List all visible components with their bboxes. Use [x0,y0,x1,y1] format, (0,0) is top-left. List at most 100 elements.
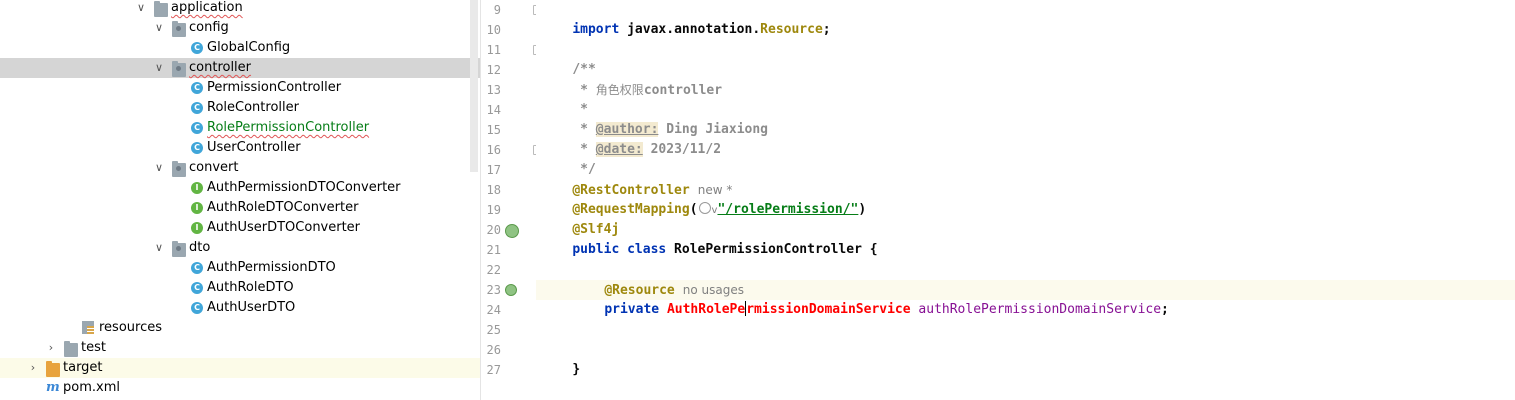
tree-item-resources[interactable]: resources [0,318,480,338]
spring-bean-icon[interactable] [505,284,517,296]
line-number[interactable]: 10 [481,20,501,40]
tree-item-label: RoleController [207,100,299,115]
code-line-20[interactable]: public class RolePermissionController { [541,220,877,257]
tree-item-label: test [81,340,106,355]
package-dot [176,66,181,71]
code-line-18[interactable]: @RequestMapping(v"/rolePermission/") [541,180,866,217]
class-icon: C [191,102,203,114]
code-line-13[interactable]: * [541,80,588,117]
line-number[interactable]: 23 [481,280,501,300]
code-line-12[interactable]: * 角色权限controller [541,60,722,98]
maven-icon: m [46,380,60,395]
tree-scrollbar[interactable] [470,0,478,172]
spring-bean-icon[interactable] [505,224,519,238]
tree-item-label: AuthRoleDTO [207,280,294,295]
chevron-down-icon[interactable]: ∨ [152,158,166,178]
tree-item-authroledtoconverter[interactable]: I AuthRoleDTOConverter [0,198,480,218]
tree-item-label: AuthPermissionDTO [207,260,336,275]
chevron-down-icon[interactable]: ∨ [134,0,148,18]
tree-item-label: config [189,20,229,35]
line-number[interactable]: 19 [481,200,501,220]
tree-item-authroledto[interactable]: C AuthRoleDTO [0,278,480,298]
tree-item-application[interactable]: ∨ application [0,0,480,18]
tree-item-label: controller [189,60,252,75]
tree-item-authpermissiondtoconverter[interactable]: I AuthPermissionDTOConverter [0,178,480,198]
line-number[interactable]: 11 [481,40,501,60]
tree-item-label: application [171,0,243,15]
line-number[interactable]: 9 [481,0,501,20]
tree-item-label: PermissionController [207,80,342,95]
line-number[interactable]: 15 [481,120,501,140]
editor-gutter: 9 10 11 12 13 14 15 16 17 18 19 20 21 22 23 24 25 26 27 [480,0,543,400]
package-dot [176,246,181,251]
tree-item-test[interactable]: › test [0,338,480,358]
globe-icon[interactable] [698,202,711,214]
open-paren: ( [689,202,698,217]
line-number[interactable]: 27 [481,360,501,380]
semicolon: ; [1161,302,1169,317]
code-line-23[interactable]: private AuthRolePermissionDomainService … [573,280,1169,317]
chevron-right-icon[interactable]: › [26,358,40,378]
folder-tab [154,1,160,4]
tree-item-authpermissiondto[interactable]: C AuthPermissionDTO [0,258,480,278]
tree-item-pom-xml[interactable]: m pom.xml [0,378,480,398]
tree-item-label: AuthUserDTOConverter [207,220,361,235]
code-line-22[interactable]: @Resource no usages [573,260,744,298]
tree-item-convert[interactable]: ∨ convert [0,158,480,178]
javadoc-description: 角色权限 [595,83,644,97]
tree-item-rolepermissioncontroller[interactable]: C RolePermissionController [0,118,480,138]
tree-item-config[interactable]: ∨ config [0,18,480,38]
interface-icon: I [191,182,203,194]
code-line-14[interactable]: * @author: Ding Jiaxiong [541,100,768,137]
line-number[interactable]: 13 [481,80,501,100]
folder-tab [46,361,52,364]
keyword-token: import [572,22,620,37]
code-editor[interactable]: import javax.annotation.Resource; /** * … [536,0,1515,400]
code-line-19[interactable]: @Slf4j [541,200,619,237]
tree-item-usercontroller[interactable]: C UserController [0,138,480,158]
line-number[interactable]: 21 [481,240,501,260]
line-number[interactable]: 12 [481,60,501,80]
line-number[interactable]: 14 [481,100,501,120]
folder-tab [64,341,70,344]
code-line-11[interactable]: /** [541,40,595,77]
line-number[interactable]: 17 [481,160,501,180]
tree-item-authuserdto[interactable]: C AuthUserDTO [0,298,480,318]
line-number[interactable]: 24 [481,300,501,320]
tree-item-rolecontroller[interactable]: C RoleController [0,98,480,118]
code-line-16[interactable]: */ [541,140,596,177]
class-icon: C [191,82,203,94]
unresolved-type-rest: rmissionDomainService [746,302,911,317]
tree-item-label: AuthRoleDTOConverter [207,200,359,215]
chevron-down-icon[interactable]: ∨ [152,58,166,78]
tree-item-dto[interactable]: ∨ dto [0,238,480,258]
chevron-down-icon[interactable]: ∨ [152,238,166,258]
folder-icon [64,341,78,357]
tree-item-globalconfig[interactable]: C GlobalConfig [0,38,480,58]
code-line-15[interactable]: * @date: 2023/11/2 [541,120,721,157]
tree-item-controller[interactable]: ∨ controller [0,58,480,78]
javadoc-word: controller [643,83,723,98]
tree-item-target[interactable]: › target [0,358,480,378]
project-tree[interactable]: ∨ application ∨ config C GlobalConfig ∨ control… [0,0,480,400]
class-icon: C [191,42,203,54]
field-name: authRolePermissionDomainService [910,302,1162,317]
code-line-26[interactable]: } [541,340,580,377]
tree-item-authuserdtoconverter[interactable]: I AuthUserDTOConverter [0,218,480,238]
line-number[interactable]: 22 [481,260,501,280]
class-icon: C [191,122,203,134]
import-path: javax.annotation. [619,22,761,37]
line-number[interactable]: 18 [481,180,501,200]
closing-brace: } [572,362,581,377]
line-number[interactable]: 20 [481,220,501,240]
line-number[interactable]: 26 [481,340,501,360]
chevron-down-icon[interactable]: ∨ [152,18,166,38]
resources-folder-icon [82,321,94,334]
line-number[interactable]: 16 [481,140,501,160]
code-line-17[interactable]: @RestController new * [541,160,732,198]
keyword-token: public class [572,242,667,257]
code-line-9[interactable]: import javax.annotation.Resource; [541,0,830,37]
tree-item-permissioncontroller[interactable]: C PermissionController [0,78,480,98]
line-number[interactable]: 25 [481,320,501,340]
chevron-right-icon[interactable]: › [44,338,58,358]
